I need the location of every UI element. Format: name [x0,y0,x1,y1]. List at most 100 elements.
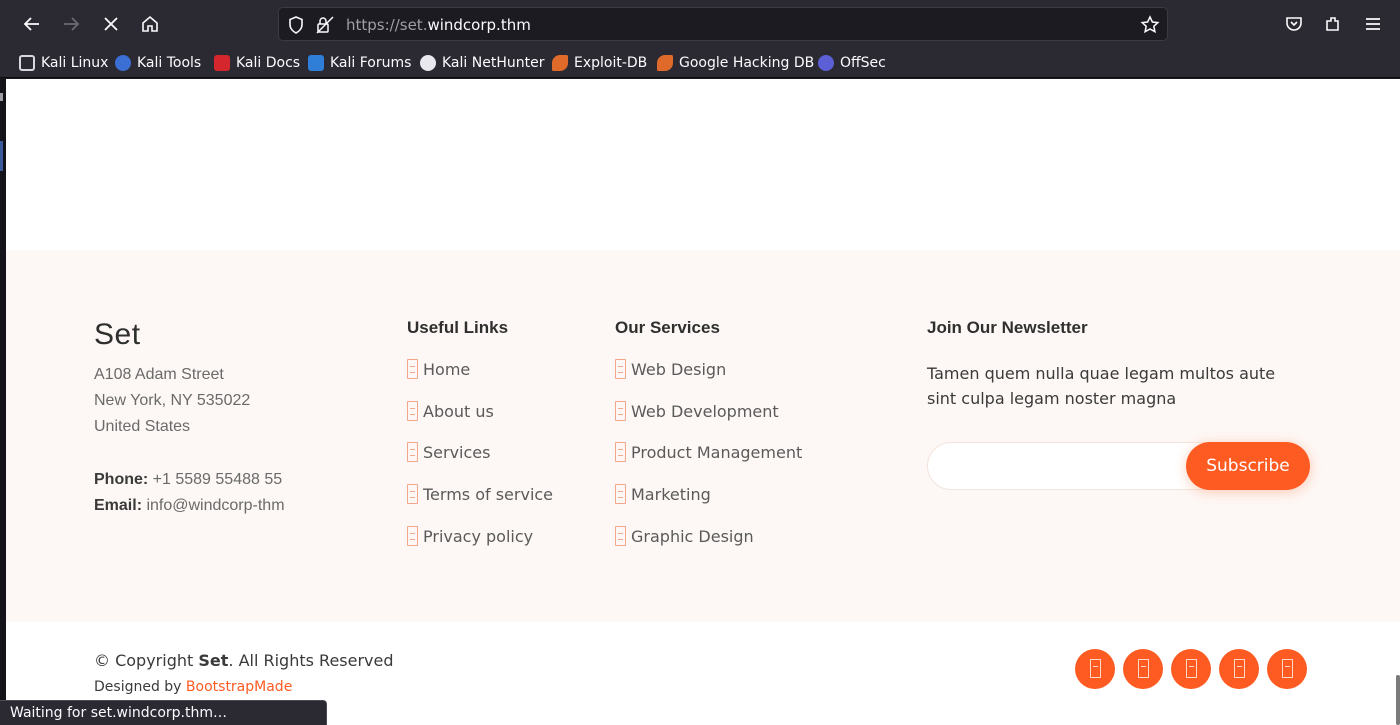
forward-button[interactable] [55,8,87,40]
link-label: Marketing [631,484,711,504]
designer-link[interactable]: BootstrapMade [186,679,292,695]
url-text[interactable]: https://set.windcorp.thm [346,16,531,34]
pocket-button[interactable] [1278,8,1310,40]
address-line: A108 Adam Street [94,366,224,383]
footer-link-privacy[interactable]: Privacy policy [407,525,533,547]
bookmark-kali-linux[interactable]: Kali Linux [19,54,108,72]
bookmark-kali-nethunter[interactable]: Kali NetHunter [420,54,544,72]
service-link-web-development[interactable]: Web Development [615,400,779,422]
footer-link-home[interactable]: Home [407,358,470,380]
chevron-right-icon [615,484,626,504]
subscribe-button[interactable]: Subscribe [1186,442,1310,490]
link-label: Terms of service [423,484,554,504]
url-bar[interactable]: https://set.windcorp.thm [278,7,1168,41]
star-icon[interactable] [1140,15,1160,35]
bookmark-label: Kali Forums [330,55,412,71]
close-icon [104,17,118,31]
facebook-icon[interactable] [1123,649,1163,689]
link-label: Services [423,442,491,462]
forward-arrow-icon [64,17,80,31]
chevron-right-icon [407,526,418,546]
newsletter-email-input[interactable] [942,453,1172,479]
glyph-placeholder [1138,659,1149,678]
ghdb-icon [657,55,673,71]
nethunter-icon [420,55,436,71]
linkedin-icon[interactable] [1267,649,1307,689]
glyph-placeholder [1186,659,1197,678]
link-label: Graphic Design [631,526,754,546]
link-label: Privacy policy [423,526,534,546]
chevron-right-icon [615,359,626,379]
footer-brand: Set [94,318,141,351]
chevron-right-icon [407,484,418,504]
bookmark-label: Exploit-DB [574,55,648,71]
copyright-brand: Set [198,651,229,670]
bookmarks-toolbar: Kali Linux Kali Tools Kali Docs Kali For… [0,48,1400,78]
email-label: Email: [94,497,143,514]
chevron-right-icon [615,526,626,546]
email-value: info@windcorp-thm [142,497,285,514]
bookmark-kali-docs[interactable]: Kali Docs [214,54,300,72]
newsletter-text: Tamen quem nulla quae legam multos aute … [927,364,1276,408]
link-label: Web Design [631,359,727,379]
hamburger-menu-icon [1366,18,1380,30]
bookmark-label: OffSec [840,55,886,71]
credits-prefix: Designed by [94,679,186,695]
bookmark-google-hacking-db[interactable]: Google Hacking DB [657,54,814,72]
browser-toolbar: https://set.windcorp.thm [0,0,1400,48]
copyright-prefix: © Copyright [94,651,199,670]
bookmark-label: Kali Linux [41,55,109,71]
page-scrollbar[interactable] [1396,675,1400,725]
service-link-product-management[interactable]: Product Management [615,441,802,463]
back-button[interactable] [16,8,48,40]
extensions-button[interactable] [1317,8,1349,40]
status-bar: Waiting for set.windcorp.thm… [0,700,327,725]
pocket-icon [1286,17,1302,31]
puzzle-icon [1326,17,1339,31]
insecure-lock-icon[interactable] [315,15,335,35]
skype-icon[interactable] [1219,649,1259,689]
address-line: United States [94,418,191,435]
stop-loading-button[interactable] [95,8,127,40]
phone-line: Phone: +1 5589 55488 55 [94,471,282,489]
home-icon [142,15,158,32]
glyph-placeholder [1234,659,1245,678]
credits-text: Designed by BootstrapMade [94,679,292,695]
bookmark-exploit-db[interactable]: Exploit-DB [552,54,647,72]
chevron-right-icon [407,401,418,421]
url-host: windcorp.thm [427,16,531,34]
service-link-graphic-design[interactable]: Graphic Design [615,525,754,547]
chevron-right-icon [615,442,626,462]
service-link-marketing[interactable]: Marketing [615,483,711,505]
email-line: Email: info@windcorp-thm [94,497,285,515]
our-services-title: Our Services [615,318,720,337]
link-label: Product Management [631,442,803,462]
footer-link-services[interactable]: Services [407,441,490,463]
glyph-placeholder [1282,659,1293,678]
footer-link-terms[interactable]: Terms of service [407,483,553,505]
bookmark-kali-tools[interactable]: Kali Tools [115,54,201,72]
url-prefix: https://set. [346,16,428,34]
footer-link-about[interactable]: About us [407,400,494,422]
bookmark-offsec[interactable]: OffSec [818,54,886,72]
chevron-right-icon [407,359,418,379]
bookmark-label: Kali NetHunter [442,55,545,71]
exploit-db-icon [552,55,568,71]
menu-button[interactable] [1357,8,1389,40]
back-arrow-icon [23,17,39,31]
phone-label: Phone: [94,471,149,488]
copyright-suffix: . All Rights Reserved [228,651,394,670]
chevron-right-icon [615,401,626,421]
bookmark-kali-forums[interactable]: Kali Forums [308,54,411,72]
home-button[interactable] [134,8,166,40]
phone-value: +1 5589 55488 55 [148,471,283,488]
footer-top: Set A108 Adam Street New York, NY 535022… [6,250,1400,622]
instagram-icon[interactable] [1171,649,1211,689]
service-link-web-design[interactable]: Web Design [615,358,726,380]
kali-forums-icon [308,55,324,71]
twitter-icon[interactable] [1075,649,1115,689]
chevron-right-icon [407,442,418,462]
link-label: Web Development [631,401,779,421]
shield-icon[interactable] [287,15,305,35]
copyright-text: © Copyright Set. All Rights Reserved [94,651,394,670]
